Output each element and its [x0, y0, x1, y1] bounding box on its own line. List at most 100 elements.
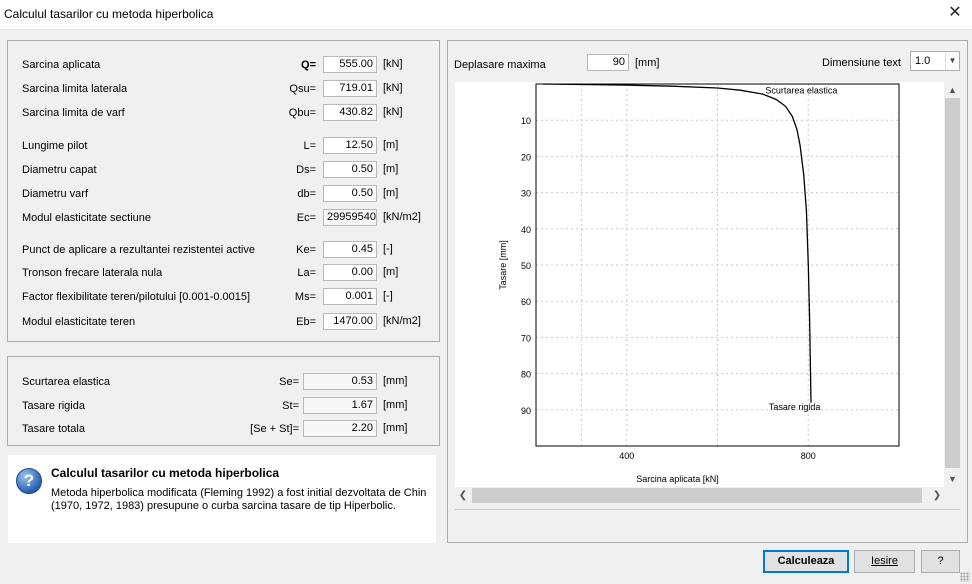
deplasare-maxima-unit: [mm] — [635, 57, 660, 69]
help-panel: ? Calculul tasarilor cu metoda hiperboli… — [8, 455, 436, 543]
diametru-capat-input[interactable]: 0.50 — [323, 161, 377, 178]
dimensiune-text-select[interactable]: 1.0 ▼ — [910, 51, 960, 71]
scroll-right-icon[interactable]: ❯ — [929, 487, 945, 504]
tasare-totala-label: Tasare totala — [22, 423, 85, 435]
diametru-varf-unit: [m] — [383, 187, 399, 199]
scroll-up-icon[interactable]: ▲ — [944, 82, 961, 98]
help-title: Calculul tasarilor cu metoda hiperbolica — [51, 466, 280, 480]
y-tick-label: 10 — [521, 116, 531, 126]
punct-aplicare-label: Punct de aplicare a rezultantei rezisten… — [22, 244, 255, 256]
help-text: Metoda hiperbolica modificata (Fleming 1… — [51, 487, 427, 512]
sarcina-limita-varf-input[interactable]: 430.82 — [323, 104, 377, 121]
sarcina-aplicata-label: Sarcina aplicata — [22, 59, 101, 71]
modul-elasticitate-sectiune-input[interactable]: 29959540 — [323, 209, 377, 226]
tronson-frecare-label: Tronson frecare laterala nula — [22, 267, 163, 279]
lungime-pilot-unit: [m] — [383, 139, 399, 151]
lungime-pilot-label: Lungime pilot — [22, 140, 88, 152]
scroll-down-icon[interactable]: ▼ — [944, 471, 961, 487]
diametru-varf-input[interactable]: 0.50 — [323, 185, 377, 202]
scurtarea-elastica-symbol: Se= — [279, 376, 299, 388]
curve-annotation: Tasare rigida — [769, 402, 821, 412]
scurtarea-elastica-output: 0.53 — [303, 373, 377, 390]
x-tick-label: 800 — [801, 451, 816, 461]
y-axis-label: Tasare [mm] — [498, 240, 508, 290]
tasare-totala-unit: [mm] — [383, 422, 408, 434]
sarcina-limita-laterala-input[interactable]: 719.01 — [323, 80, 377, 97]
window-title: Calculul tasarilor cu metoda hiperbolica — [4, 7, 214, 21]
diametru-varf-symbol: db= — [297, 188, 316, 200]
vertical-scrollbar[interactable]: ▲ ▼ — [944, 82, 961, 487]
tasare-rigida-unit: [mm] — [383, 399, 408, 411]
factor-flexibilitate-unit: [-] — [383, 290, 393, 302]
x-axis-label: Sarcina aplicata [kN] — [636, 474, 719, 484]
tasare-rigida-symbol: St= — [282, 400, 299, 412]
lungime-pilot-symbol: L= — [303, 140, 316, 152]
y-tick-label: 80 — [521, 370, 531, 380]
modul-elasticitate-sectiune-label: Modul elasticitate sectiune — [22, 212, 152, 224]
sarcina-limita-varf-symbol: Qbu= — [288, 107, 316, 119]
modul-elasticitate-teren-unit: [kN/m2] — [383, 315, 421, 327]
horizontal-scrollbar[interactable]: ❮ ❯ — [455, 487, 945, 504]
vertical-scroll-thumb[interactable] — [945, 98, 960, 468]
sarcina-aplicata-symbol: Q= — [301, 59, 316, 71]
y-tick-label: 40 — [521, 225, 531, 235]
punct-aplicare-symbol: Ke= — [296, 244, 316, 256]
modul-elasticitate-sectiune-symbol: Ec= — [296, 212, 316, 224]
factor-flexibilitate-label: Factor flexibilitate teren/pilotului [0.… — [22, 291, 251, 303]
tasare-rigida-label: Tasare rigida — [22, 400, 85, 412]
chart-area: 10 20 30 40 50 60 70 80 90 400 800 Sarcina aplicata… — [455, 82, 945, 487]
deplasare-maxima-input[interactable]: 90 — [587, 54, 629, 71]
x-tick-label: 400 — [619, 451, 634, 461]
tronson-frecare-input[interactable]: 0.00 — [323, 264, 377, 281]
title-bar: Calculul tasarilor cu metoda hiperbolica… — [0, 0, 972, 30]
tronson-frecare-symbol: La= — [297, 267, 316, 279]
sarcina-limita-varf-label: Sarcina limita de varf — [22, 107, 125, 119]
iesire-button[interactable]: Iesire — [854, 550, 915, 573]
chevron-down-icon[interactable]: ▼ — [945, 52, 959, 70]
sarcina-aplicata-unit: [kN] — [383, 58, 403, 70]
modul-elasticitate-teren-symbol: Eb= — [296, 316, 316, 328]
factor-flexibilitate-input[interactable]: 0.001 — [323, 288, 377, 305]
modul-elasticitate-teren-label: Modul elasticitate teren — [22, 316, 136, 328]
modul-elasticitate-teren-input[interactable]: 1470.00 — [323, 313, 377, 330]
scurtarea-elastica-label: Scurtarea elastica — [22, 376, 111, 388]
y-tick-label: 50 — [521, 261, 531, 271]
close-icon[interactable]: ✕ — [946, 4, 964, 22]
horizontal-scroll-thumb[interactable] — [472, 488, 922, 503]
y-tick-label: 60 — [521, 297, 531, 307]
dimensiune-text-label: Dimensiune text — [822, 57, 901, 69]
curve-annotation: Scurtarea elastica — [765, 85, 837, 95]
question-icon: ? — [16, 468, 42, 494]
tasare-totala-symbol: [Se + St]= — [250, 423, 299, 435]
scurtarea-elastica-unit: [mm] — [383, 375, 408, 387]
sarcina-limita-laterala-label: Sarcina limita laterala — [22, 83, 128, 95]
dimensiune-text-value: 1.0 — [915, 55, 931, 67]
punct-aplicare-input[interactable]: 0.45 — [323, 241, 377, 258]
modul-elasticitate-sectiune-unit: [kN/m2] — [383, 211, 421, 223]
scroll-left-icon[interactable]: ❮ — [455, 487, 471, 504]
sarcina-limita-varf-unit: [kN] — [383, 106, 403, 118]
y-tick-label: 90 — [521, 406, 531, 416]
y-tick-label: 30 — [521, 189, 531, 199]
help-button[interactable]: ? — [921, 550, 960, 573]
tronson-frecare-unit: [m] — [383, 266, 399, 278]
y-tick-label: 20 — [521, 152, 531, 162]
chart-group-footer-divider — [455, 509, 960, 510]
diametru-capat-unit: [m] — [383, 163, 399, 175]
sarcina-aplicata-input[interactable]: 555.00 — [323, 56, 377, 73]
diametru-capat-symbol: Ds= — [296, 164, 316, 176]
sarcina-limita-laterala-symbol: Qsu= — [289, 83, 316, 95]
y-tick-label: 70 — [521, 333, 531, 343]
factor-flexibilitate-symbol: Ms= — [294, 291, 316, 303]
resize-grip[interactable] — [960, 572, 970, 582]
tasare-totala-output: 2.20 — [303, 420, 377, 437]
lungime-pilot-input[interactable]: 12.50 — [323, 137, 377, 154]
calculeaza-button[interactable]: Calculeaza — [763, 550, 849, 573]
deplasare-maxima-label: Deplasare maxima — [454, 59, 546, 71]
punct-aplicare-unit: [-] — [383, 243, 393, 255]
settlement-curve — [542, 83, 812, 403]
tasare-rigida-output: 1.67 — [303, 397, 377, 414]
settlement-chart: 10 20 30 40 50 60 70 80 90 400 800 Sarcina aplicata… — [498, 83, 900, 484]
iesire-button-label: Iesire — [871, 555, 898, 567]
diametru-capat-label: Diametru capat — [22, 164, 97, 176]
